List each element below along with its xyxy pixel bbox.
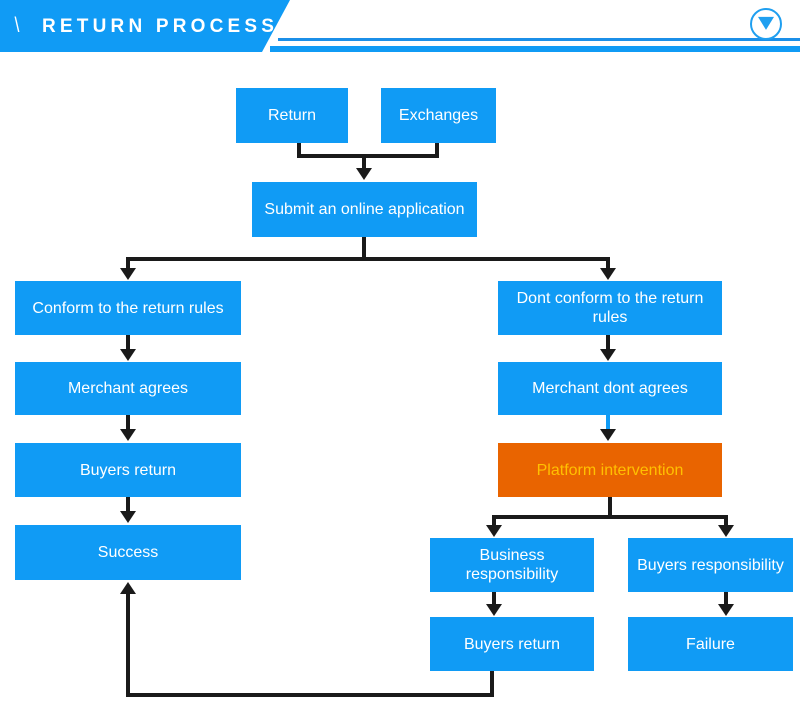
arrowhead-feedback-to-success: [120, 582, 136, 594]
arrowhead-to-platform-intervention: [600, 429, 616, 441]
node-failure[interactable]: Failure: [628, 617, 793, 671]
node-platform-intervention[interactable]: Platform intervention: [498, 443, 722, 497]
connector-feedback-horizontal: [126, 693, 494, 697]
connector-platform-branch-horizontal: [492, 515, 728, 519]
connector-feedback-up: [126, 594, 130, 693]
header-rule-thick: [270, 46, 800, 52]
node-merchant-agrees[interactable]: Merchant agrees: [15, 362, 241, 415]
node-success[interactable]: Success: [15, 525, 241, 580]
node-buyers-responsibility[interactable]: Buyers responsibility: [628, 538, 793, 592]
arrowhead-to-success: [120, 511, 136, 523]
arrowhead-to-failure: [718, 604, 734, 616]
node-merchant-dont-agrees[interactable]: Merchant dont agrees: [498, 362, 722, 415]
return-process-diagram: \ RETURN PROCESS Return Exchanges Submit…: [0, 0, 800, 709]
page-title: RETURN PROCESS: [42, 16, 279, 37]
arrowhead-to-merchant-dont-agrees: [600, 349, 616, 361]
arrowhead-to-merchant-agrees: [120, 349, 136, 361]
connector-branch-horizontal: [126, 257, 610, 261]
arrowhead-to-buyers-return-left: [120, 429, 136, 441]
node-conform-to-return-rules[interactable]: Conform to the return rules: [15, 281, 241, 335]
node-submit-application[interactable]: Submit an online application: [252, 182, 477, 237]
arrowhead-to-dont-conform: [600, 268, 616, 280]
arrowhead-to-conform: [120, 268, 136, 280]
arrowhead-to-buyers-responsibility: [718, 525, 734, 537]
arrowhead-to-submit: [356, 168, 372, 180]
node-exchanges[interactable]: Exchanges: [381, 88, 496, 143]
node-buyers-return-left[interactable]: Buyers return: [15, 443, 241, 497]
header-slash-mark: \: [14, 14, 20, 37]
arrowhead-to-business-responsibility: [486, 525, 502, 537]
connector-merge-horizontal: [297, 154, 439, 158]
arrowhead-to-buyers-return-right: [486, 604, 502, 616]
node-dont-conform-to-return-rules[interactable]: Dont conform to the return rules: [498, 281, 722, 335]
node-return[interactable]: Return: [236, 88, 348, 143]
node-buyers-return-right[interactable]: Buyers return: [430, 617, 594, 671]
header-rule-thin: [278, 38, 800, 41]
circle-chevron-down-icon[interactable]: [750, 8, 782, 40]
node-business-responsibility[interactable]: Business responsibility: [430, 538, 594, 592]
